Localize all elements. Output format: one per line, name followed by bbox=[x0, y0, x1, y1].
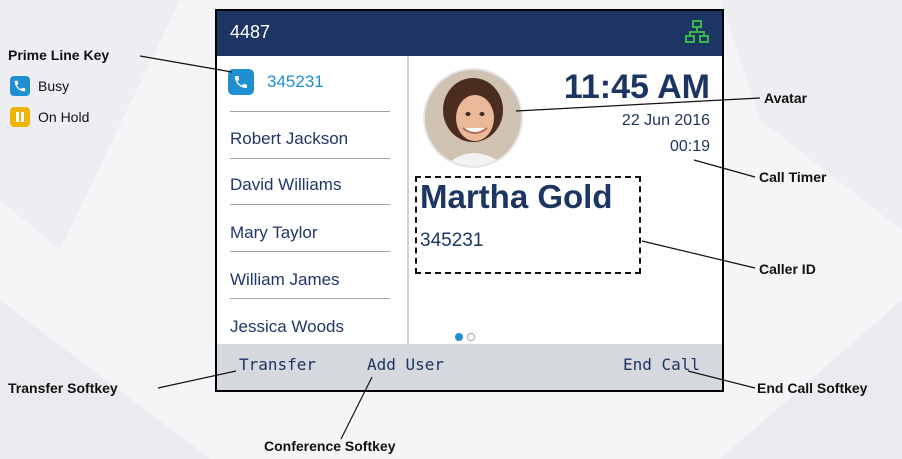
transfer-softkey-callout: Transfer Softkey bbox=[8, 380, 118, 396]
line-divider bbox=[230, 298, 390, 299]
call-details: 11:45 AM 22 Jun 2016 00:19 Martha Gold 3… bbox=[409, 56, 722, 344]
line-divider bbox=[230, 158, 390, 159]
current-date: 22 Jun 2016 bbox=[621, 112, 710, 129]
line-divider bbox=[230, 204, 390, 205]
call-timer-callout: Call Timer bbox=[759, 169, 827, 185]
status-header: 4487 bbox=[217, 11, 722, 56]
caller-name: Martha Gold bbox=[420, 178, 613, 215]
call-timer: 00:19 bbox=[669, 138, 710, 155]
prime-line-key-callout: Prime Line Key bbox=[8, 47, 110, 63]
end-call-softkey[interactable]: End Call bbox=[623, 355, 700, 374]
current-time: 11:45 AM bbox=[563, 68, 710, 106]
legend-on-hold-label: On Hold bbox=[38, 109, 90, 125]
line-key-david-williams[interactable]: David Williams bbox=[230, 175, 390, 195]
line-key-jessica-woods[interactable]: Jessica Woods bbox=[230, 317, 390, 337]
caller-id-callout: Caller ID bbox=[759, 261, 816, 277]
hold-pause-icon bbox=[10, 107, 30, 127]
avatar-callout: Avatar bbox=[764, 90, 808, 106]
add-user-softkey[interactable]: Add User bbox=[367, 355, 444, 374]
phone-screen: 4487 345231 Robert Jackson David William… bbox=[215, 9, 724, 392]
caller-number: 345231 bbox=[420, 230, 484, 251]
busy-phone-icon bbox=[10, 76, 30, 96]
line-divider bbox=[230, 251, 390, 252]
line-key-robert-jackson[interactable]: Robert Jackson bbox=[230, 129, 390, 149]
end-call-softkey-callout: End Call Softkey bbox=[757, 380, 868, 396]
prime-line-key-icon[interactable] bbox=[228, 69, 254, 95]
caller-id-box: Martha Gold 345231 bbox=[415, 176, 641, 274]
legend-busy: Busy bbox=[10, 76, 69, 96]
line-key-list: 345231 Robert Jackson David Williams Mar… bbox=[217, 56, 409, 344]
prime-line-number[interactable]: 345231 bbox=[267, 72, 324, 92]
line-key-mary-taylor[interactable]: Mary Taylor bbox=[230, 223, 390, 243]
line-divider bbox=[230, 111, 390, 112]
line-key-william-james[interactable]: William James bbox=[230, 270, 390, 290]
softkey-bar: Transfer Add User End Call bbox=[217, 344, 722, 390]
conference-softkey-callout: Conference Softkey bbox=[264, 438, 396, 454]
extension-number: 4487 bbox=[230, 22, 271, 42]
legend-on-hold: On Hold bbox=[10, 107, 89, 127]
page-dot-active[interactable] bbox=[455, 333, 463, 341]
transfer-softkey[interactable]: Transfer bbox=[239, 355, 316, 374]
caller-avatar bbox=[423, 68, 523, 168]
legend-busy-label: Busy bbox=[38, 78, 70, 94]
page-dot[interactable] bbox=[467, 333, 475, 341]
network-icon bbox=[685, 20, 709, 49]
page-indicator[interactable] bbox=[455, 333, 475, 341]
